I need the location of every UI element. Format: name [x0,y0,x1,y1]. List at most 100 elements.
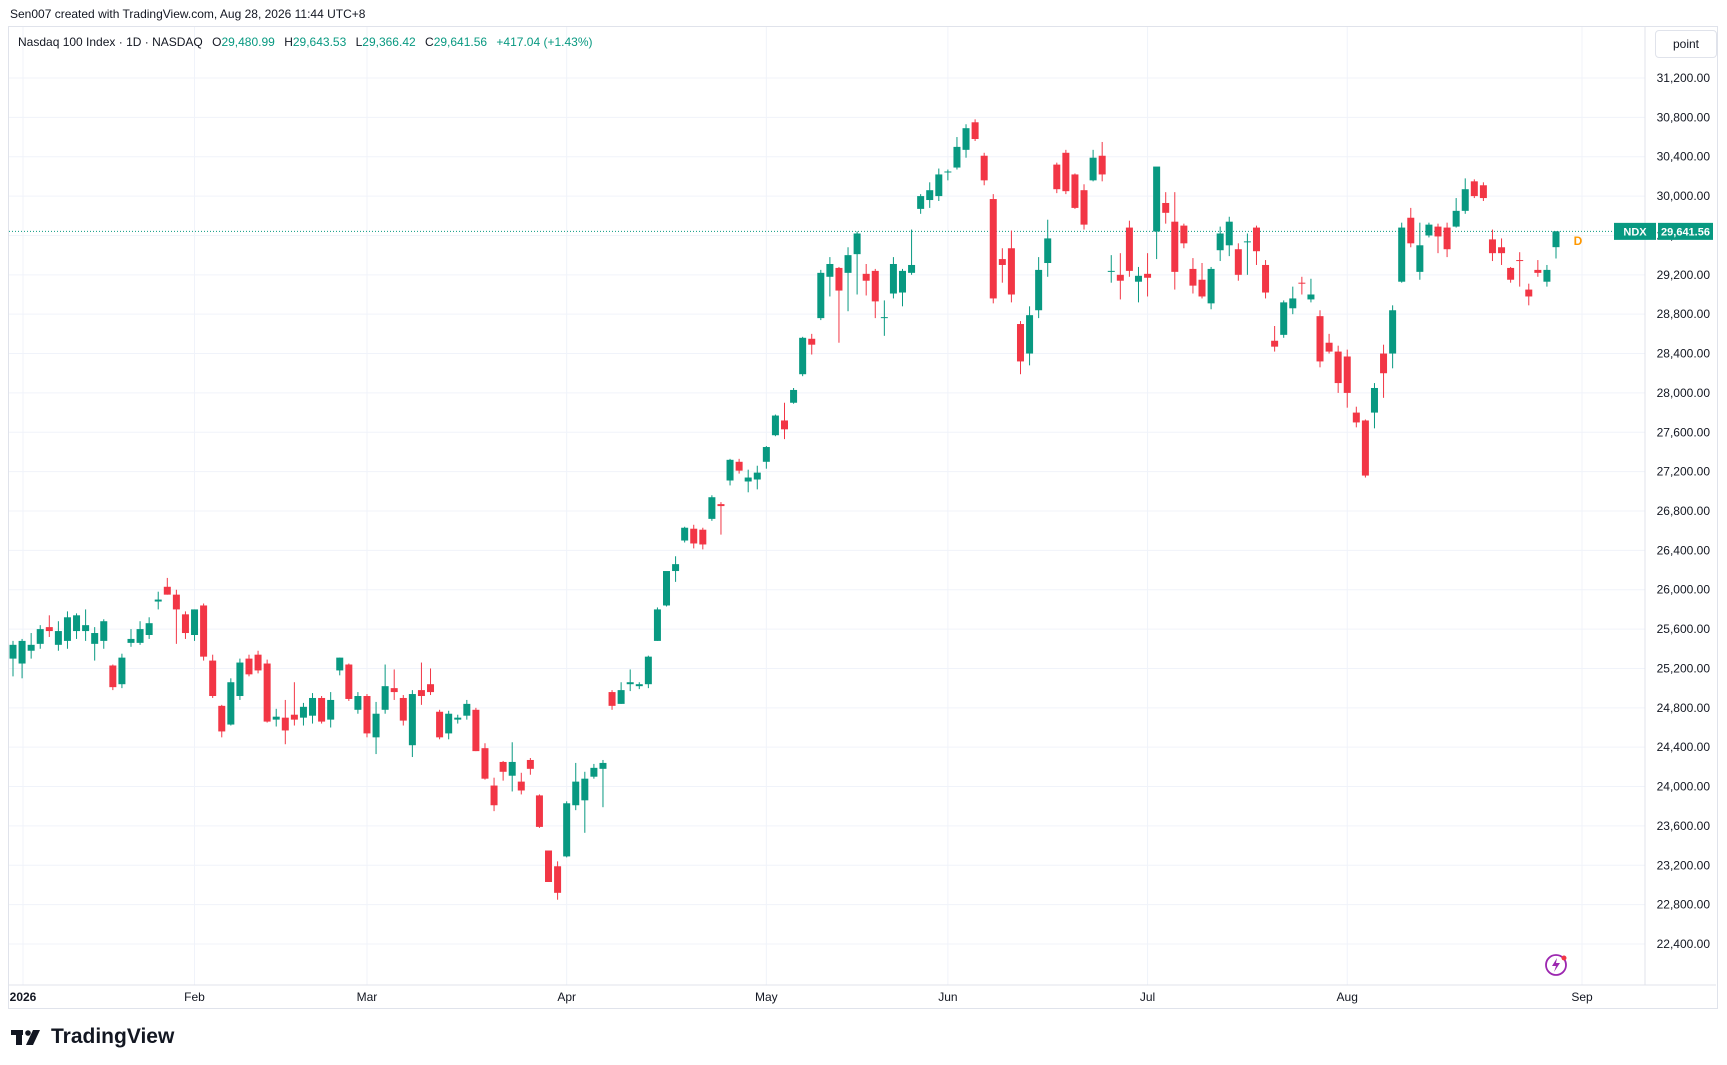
candle[interactable] [1107,255,1115,283]
candle[interactable] [1080,184,1088,230]
candle[interactable] [163,577,171,595]
candle[interactable] [1189,258,1197,294]
candle[interactable] [181,611,189,639]
candle[interactable] [1307,278,1315,303]
candle[interactable] [635,682,643,690]
candle[interactable] [1507,266,1515,283]
candle[interactable] [1125,220,1133,277]
candle[interactable] [1053,162,1061,194]
candle[interactable] [862,263,870,296]
candle[interactable] [898,268,906,307]
candle[interactable] [880,300,888,336]
candle[interactable] [1016,321,1024,375]
candle[interactable] [9,640,17,677]
candle[interactable] [281,699,289,745]
candle[interactable] [1325,333,1333,354]
candle[interactable] [1262,260,1270,299]
candle[interactable] [200,603,208,661]
candle[interactable] [100,619,108,649]
candle[interactable] [626,669,634,692]
candle[interactable] [653,607,661,641]
candle[interactable] [427,668,435,696]
dividend-marker[interactable]: D [1574,234,1583,248]
candle[interactable] [436,709,444,740]
candle[interactable] [717,502,725,535]
candle[interactable] [1026,306,1034,366]
candle[interactable] [681,526,689,543]
candle[interactable] [1134,266,1142,303]
candle[interactable] [1425,222,1433,238]
candle[interactable] [1316,310,1324,368]
candle[interactable] [1534,260,1542,277]
candle[interactable] [672,556,680,582]
candle[interactable] [1044,219,1052,277]
candle[interactable] [1398,222,1406,283]
candle[interactable] [508,742,516,792]
candle[interactable] [154,591,162,610]
candle[interactable] [1289,286,1297,315]
candle[interactable] [445,710,453,740]
candle[interactable] [1116,253,1124,300]
candle[interactable] [944,169,952,181]
candle[interactable] [1334,345,1342,393]
candle[interactable] [563,801,571,858]
symbol-description[interactable]: Nasdaq 100 Index · 1D · NASDAQ [18,35,203,49]
candle[interactable] [245,654,253,677]
candle[interactable] [1461,178,1469,214]
candle[interactable] [227,678,235,726]
candle[interactable] [762,446,770,469]
candle[interactable] [572,762,580,811]
candle[interactable] [299,702,307,726]
candle[interactable] [73,613,81,639]
candle[interactable] [454,714,462,724]
candle[interactable] [781,402,788,440]
candle[interactable] [1280,300,1288,338]
candle[interactable] [980,152,988,186]
candle[interactable] [1062,149,1070,195]
candle[interactable] [535,794,543,828]
candle[interactable] [63,611,71,649]
candle[interactable] [1452,198,1460,228]
candle[interactable] [481,743,489,780]
candle[interactable] [1180,223,1188,249]
candle[interactable] [136,621,144,645]
brand-logo[interactable]: TradingView [11,1025,174,1049]
candle[interactable] [844,247,852,312]
candle[interactable] [1271,325,1279,352]
candle[interactable] [1407,207,1415,248]
candle[interactable] [1216,226,1224,262]
candle[interactable] [336,657,344,676]
candle[interactable] [1162,192,1170,224]
candle[interactable] [145,617,153,639]
candle[interactable] [172,589,180,644]
candle[interactable] [771,414,779,437]
candle[interactable] [499,760,507,781]
candle[interactable] [808,333,816,355]
candle[interactable] [472,707,480,752]
candle[interactable] [272,708,280,727]
candle[interactable] [1298,276,1306,295]
candle[interactable] [318,696,326,724]
candle[interactable] [962,124,970,158]
candle[interactable] [463,699,471,720]
candle[interactable] [908,229,916,275]
candle[interactable] [853,231,861,295]
candle[interactable] [989,194,997,304]
unit-selector[interactable]: point [1655,30,1717,58]
candle[interactable] [191,609,199,641]
candle[interactable] [690,524,698,549]
candle[interactable] [1552,231,1560,259]
candle[interactable] [18,638,26,679]
candle[interactable] [817,269,825,321]
candle[interactable] [971,119,979,141]
candle[interactable] [381,664,389,714]
candle[interactable] [835,266,843,343]
candle[interactable] [1370,383,1378,429]
candle[interactable] [517,772,525,795]
candle[interactable] [372,701,380,755]
candle[interactable] [1380,344,1388,398]
candle[interactable] [309,693,317,724]
candle[interactable] [1144,253,1152,297]
candle[interactable] [1035,257,1043,319]
candle[interactable] [45,615,53,637]
